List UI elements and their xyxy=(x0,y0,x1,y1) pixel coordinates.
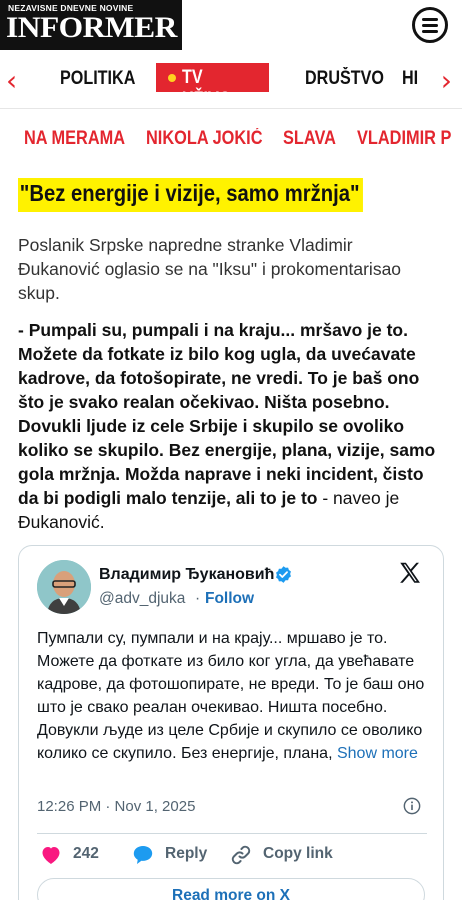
heart-icon xyxy=(42,847,60,864)
tag-slava[interactable]: SLAVA xyxy=(283,128,336,150)
tag-na-merama[interactable]: NA MERAMA xyxy=(24,128,125,150)
nav-item-tv-uzivo[interactable]: TV UŽIVO xyxy=(156,63,269,110)
info-icon[interactable] xyxy=(403,797,421,815)
like-count: 242 xyxy=(73,845,99,862)
article-quote: - Pumpali su, pumpali i na kraju... mrša… xyxy=(18,318,443,534)
tweet-handle[interactable]: @adv_djuka xyxy=(99,590,185,608)
follow-button[interactable]: Follow xyxy=(205,590,254,608)
tweet-author-name[interactable]: Владимир Ђукановић xyxy=(99,566,274,584)
copy-link-label: Copy link xyxy=(263,845,333,862)
topic-tags: NA MERAMA NIKOLA JOKIĆ SLAVA VLADIMIR P xyxy=(0,128,462,154)
article-subheadline: "Bez energije i vizije, samo mržnja" xyxy=(18,178,364,212)
show-more-link[interactable]: Show more xyxy=(337,745,418,762)
nav-item-hi[interactable]: HI xyxy=(402,68,418,90)
read-more-label: Read more on X xyxy=(172,887,290,900)
tweet-text: Пумпали су, пумпали и на крају... мршаво… xyxy=(37,627,427,765)
nav-item-politika[interactable]: POLITIKA xyxy=(60,68,135,90)
embedded-tweet[interactable]: Владимир Ђукановић @adv_djuka · Follow П… xyxy=(18,545,444,900)
reply-action[interactable]: Reply xyxy=(131,843,231,867)
nav-item-drustvo[interactable]: DRUŠTVO xyxy=(305,68,384,90)
tweet-body: Пумпали су, пумпали и на крају... мршаво… xyxy=(37,630,425,762)
live-dot-icon xyxy=(168,74,176,82)
nav-next-chevron-icon[interactable]: › xyxy=(441,64,452,97)
x-logo-icon[interactable] xyxy=(397,560,423,586)
logo-name: INFORMER xyxy=(6,11,177,44)
tweet-timestamp[interactable]: 12:26 PM · Nov 1, 2025 xyxy=(37,798,195,815)
author-avatar[interactable] xyxy=(37,560,91,614)
tag-nikola-jokic[interactable]: NIKOLA JOKIĆ xyxy=(146,128,263,150)
tweet-divider xyxy=(37,833,427,834)
main-nav: ‹ POLITIKA TV UŽIVO DRUŠTVO HI › xyxy=(0,52,462,110)
like-action[interactable]: 242 xyxy=(39,843,129,867)
reply-bubble-icon xyxy=(133,846,153,864)
reply-label: Reply xyxy=(165,845,208,862)
verified-badge-icon xyxy=(276,566,291,583)
hamburger-menu-icon[interactable] xyxy=(412,7,448,43)
quote-bold-text: - Pumpali su, pumpali i na kraju... mrša… xyxy=(18,320,436,508)
copy-link-action[interactable]: Copy link xyxy=(229,843,339,867)
tag-vladimir-p[interactable]: VLADIMIR P xyxy=(357,128,451,150)
read-more-on-x-button[interactable]: Read more on X xyxy=(37,878,425,900)
handle-separator: · xyxy=(195,590,201,607)
nav-live-label: TV UŽIVO xyxy=(182,67,232,110)
nav-prev-chevron-icon[interactable]: ‹ xyxy=(6,64,17,97)
link-icon xyxy=(231,845,251,865)
informer-logo[interactable]: NEZAVISNE DNEVNE NOVINE INFORMER xyxy=(0,0,182,50)
nav-divider xyxy=(0,108,462,109)
site-header: NEZAVISNE DNEVNE NOVINE INFORMER xyxy=(0,0,462,52)
article-intro: Poslanik Srpske napredne stranke Vladimi… xyxy=(18,235,402,303)
